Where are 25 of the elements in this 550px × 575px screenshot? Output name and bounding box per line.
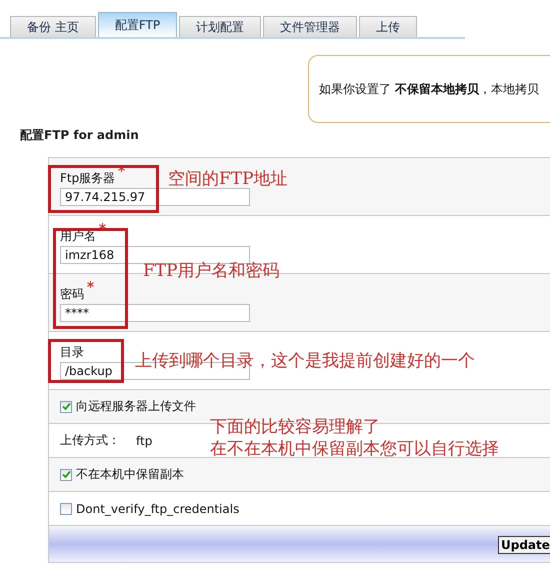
checkbox-label: Dont_verify_ftp_credentials [76,502,240,516]
checkbox[interactable] [60,400,72,412]
checkbox-label: 不在本机中保留副本 [76,466,184,483]
field-label: 用户名 [60,228,96,245]
annotation-text: 空间的FTP地址 [168,168,288,190]
checkbox[interactable] [60,502,72,514]
tab[interactable]: 上传 [359,16,418,37]
section-heading: 配置FTP for admin [20,127,140,144]
annotation-text: 在不在本机中保留副本您可以自行选择 [210,438,499,460]
field-label: Ftp服务器 [60,170,116,187]
tab[interactable]: 计划配置 [179,16,262,37]
update-button[interactable]: Update [498,536,550,554]
notice-text: 如果你设置了 不保留本地拷贝，本地拷贝 [319,80,539,98]
tab[interactable]: 备份 主页 [10,16,96,37]
field-label: 密码 [60,286,84,303]
field-label: 上传方式： [60,432,120,449]
checkbox[interactable] [60,468,72,480]
checkbox-label: 向远程服务器上传文件 [76,398,196,415]
text-field[interactable]: **** [60,304,250,322]
tab[interactable]: 配置FTP [98,12,178,37]
tab[interactable]: 文件管理器 [263,16,358,37]
text-field[interactable]: 97.74.215.97 [60,188,250,206]
field-value: ftp [136,434,152,448]
annotation-text: 下面的比较容易理解了 [210,416,380,438]
field-label: 目录 [60,344,84,361]
